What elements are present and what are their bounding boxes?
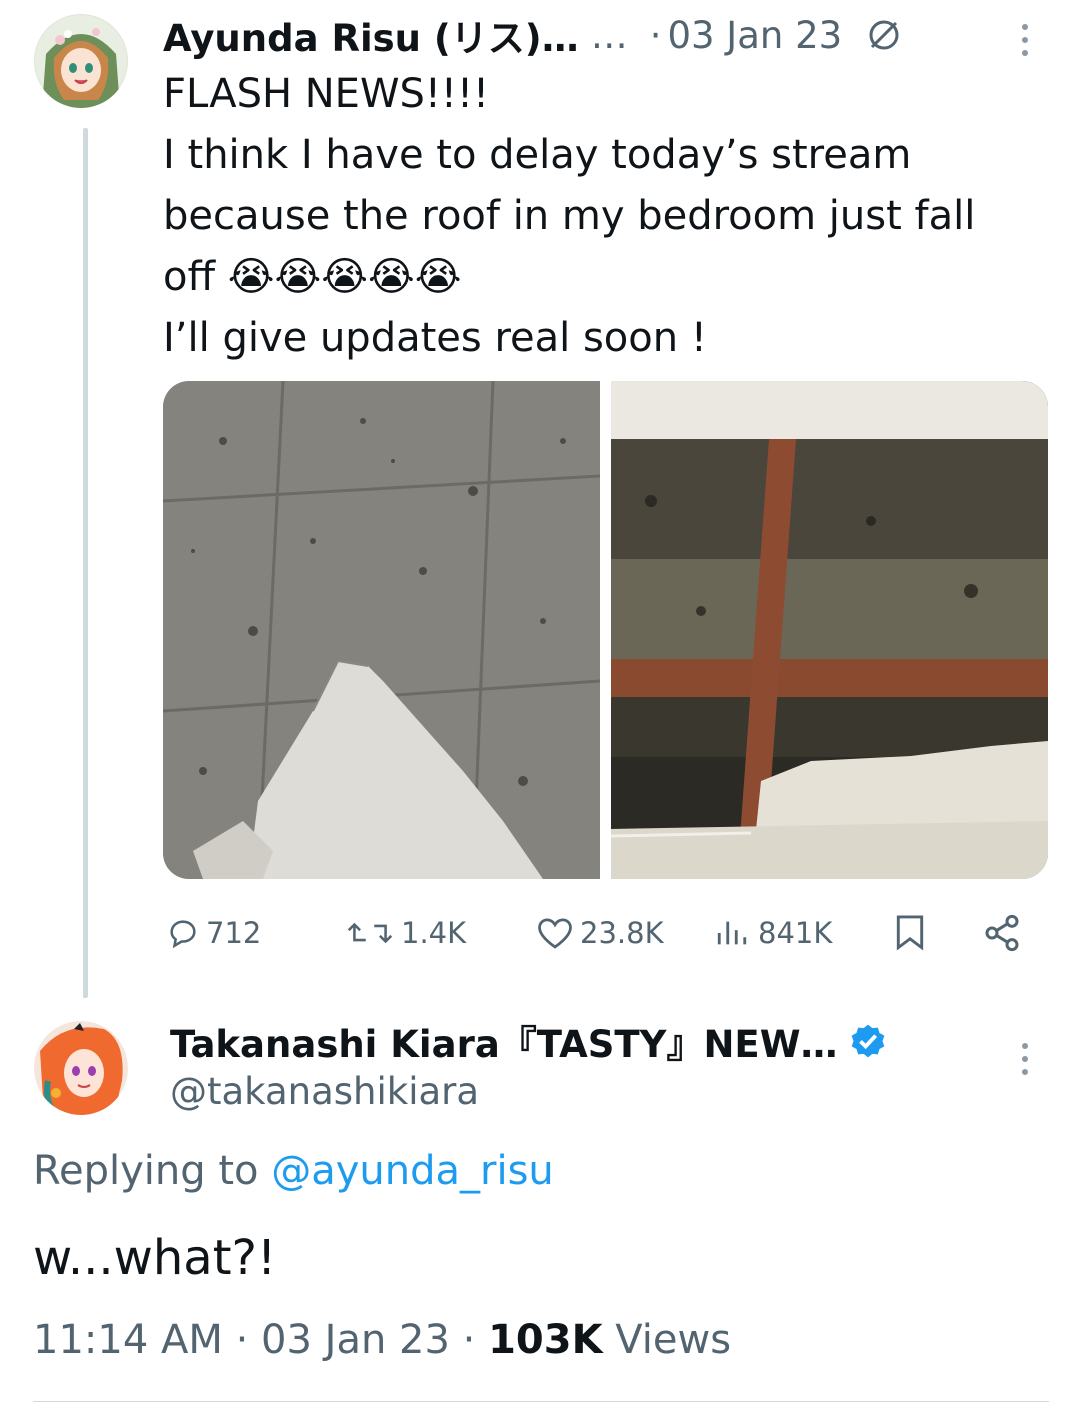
reply-views-count: 103K (488, 1317, 603, 1363)
floor-debris-photo[interactable] (163, 381, 600, 879)
tweet-handle[interactable]: … (591, 14, 628, 57)
ayunda-avatar[interactable] (34, 14, 128, 108)
reply-icon (166, 916, 200, 950)
reply-date[interactable]: 03 Jan 23 (261, 1317, 450, 1363)
more-icon[interactable] (1018, 24, 1032, 56)
reply-views-label: Views (615, 1317, 732, 1363)
views-action[interactable]: 841K (712, 908, 832, 958)
reply-separator-2: · (462, 1317, 476, 1363)
reply-header: Takanashi Kiara『TASTY』NEW… (170, 1016, 888, 1066)
verified-badge-icon (848, 1021, 888, 1061)
like-action[interactable]: 23.8K (536, 908, 664, 958)
retweet-count: 1.4K (401, 916, 467, 950)
reply-author-name[interactable]: Takanashi Kiara『TASTY』NEW… (170, 1014, 838, 1068)
reply-action[interactable]: 712 (166, 908, 261, 958)
replying-handle-link[interactable]: @ayunda_risu (271, 1148, 554, 1194)
reply-time[interactable]: 11:14 AM (33, 1317, 223, 1363)
views-icon (712, 916, 752, 950)
ceiling-hole-photo[interactable] (611, 381, 1048, 879)
bookmark-icon (893, 914, 927, 952)
tweet-date-separator: · (649, 13, 662, 57)
reply-count: 712 (206, 916, 262, 950)
tweet-line: I think I have to delay today’s stream (163, 132, 912, 178)
tweet-date[interactable]: 03 Jan 23 (667, 14, 842, 57)
heart-icon (536, 916, 574, 950)
replying-to: Replying to @ayunda_risu (33, 1148, 554, 1194)
tweet-media (163, 381, 1048, 879)
retweet-icon (345, 916, 395, 950)
reply-text: w...what?! (33, 1230, 277, 1286)
like-count: 23.8K (580, 916, 664, 950)
share-icon (982, 913, 1022, 953)
tweet-line: FLASH NEWS!!!! (163, 71, 490, 117)
tweet-line: because the roof in my bedroom just fall (163, 193, 976, 239)
reply-meta: 11:14 AM · 03 Jan 23 · 103K Views (33, 1317, 731, 1363)
reply-more-icon[interactable] (1018, 1043, 1032, 1075)
replying-prefix: Replying to (33, 1148, 272, 1194)
views-count: 841K (758, 916, 833, 950)
bookmark-action[interactable] (893, 908, 927, 958)
reply-handle[interactable]: @takanashikiara (170, 1070, 479, 1113)
divider (33, 1401, 1049, 1402)
share-action[interactable] (982, 908, 1022, 958)
slash-circle-icon (864, 15, 904, 55)
kiara-avatar[interactable] (34, 1021, 128, 1115)
thread-line (83, 128, 88, 998)
reply-separator-1: · (235, 1317, 249, 1363)
retweet-action[interactable]: 1.4K (345, 908, 466, 958)
tweet-line: off 😭😭😭😭😭 (163, 254, 462, 300)
tweet-line: I’ll give updates real soon ! (163, 315, 707, 361)
tweet-author-name[interactable]: Ayunda Risu (リス)… (163, 8, 579, 62)
tweet-header: Ayunda Risu (リス)… … · 03 Jan 23 (163, 10, 904, 60)
tweet-text: FLASH NEWS!!!! I think I have to delay t… (163, 64, 1043, 369)
